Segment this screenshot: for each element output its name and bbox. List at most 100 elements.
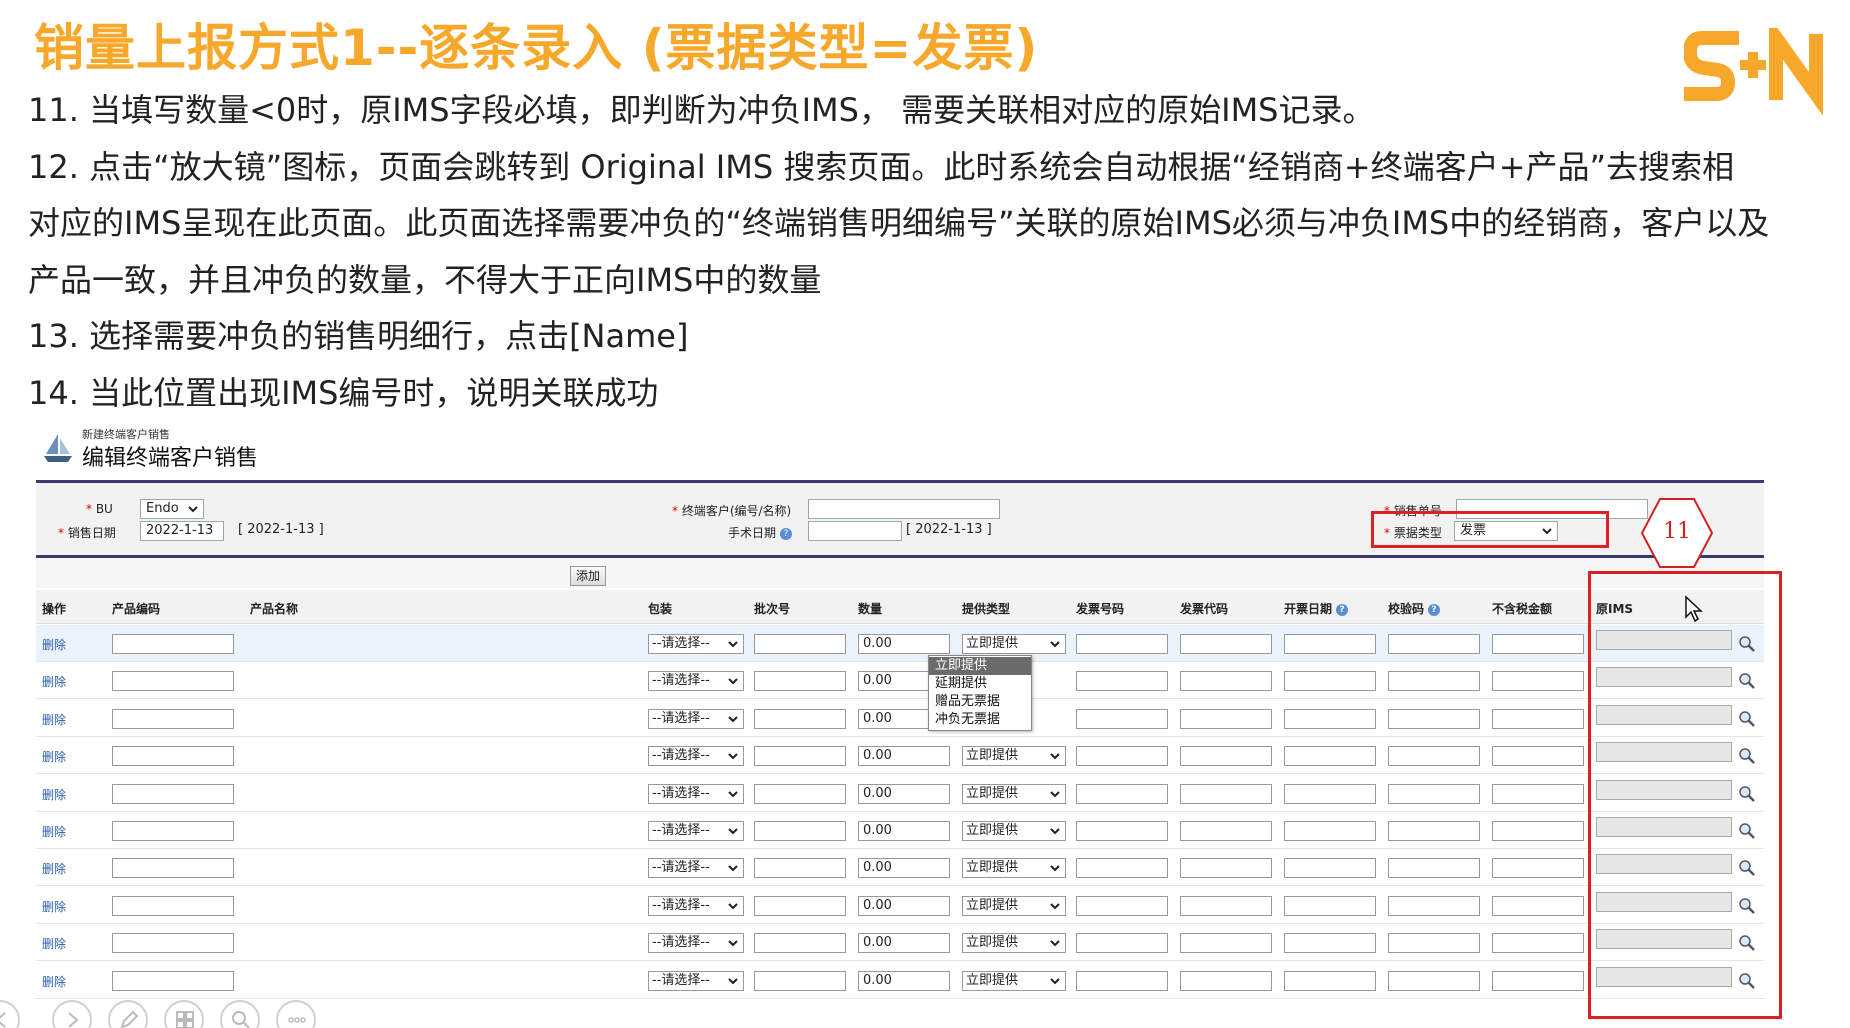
invoice-date-input[interactable] — [1284, 858, 1376, 879]
batch-no-input[interactable] — [754, 708, 846, 729]
batch-no-input[interactable] — [754, 895, 846, 916]
invoice-date-input[interactable] — [1284, 933, 1376, 954]
invoice-no-input[interactable] — [1076, 895, 1168, 916]
quantity-input[interactable]: 0.00 — [858, 970, 950, 991]
check-code-input[interactable] — [1388, 746, 1480, 767]
supply-type-select[interactable]: 立即提供 — [962, 970, 1066, 991]
invoice-date-input[interactable] — [1284, 746, 1376, 767]
product-code-input[interactable] — [112, 895, 234, 916]
invoice-code-input[interactable] — [1180, 671, 1272, 692]
quantity-input[interactable]: 0.00 — [858, 933, 950, 954]
quantity-input[interactable]: 0.00 — [858, 783, 950, 804]
pen-tool-button[interactable] — [108, 1000, 148, 1028]
customer-field[interactable] — [808, 499, 1000, 519]
batch-no-input[interactable] — [754, 821, 846, 841]
net-amount-input[interactable] — [1492, 634, 1584, 654]
invoice-no-input[interactable] — [1076, 746, 1168, 767]
product-code-input[interactable] — [112, 783, 234, 804]
package-select[interactable]: --请选择-- — [648, 671, 744, 692]
package-select[interactable]: --请选择-- — [648, 746, 744, 767]
invoice-code-input[interactable] — [1180, 634, 1272, 654]
invoice-no-input[interactable] — [1076, 783, 1168, 804]
invoice-no-input[interactable] — [1076, 634, 1168, 654]
help-icon[interactable]: ? — [1336, 603, 1349, 616]
product-code-input[interactable] — [112, 634, 234, 654]
package-select[interactable]: --请选择-- — [648, 933, 744, 954]
check-code-input[interactable] — [1388, 708, 1480, 729]
delete-link[interactable]: 删除 — [42, 748, 66, 765]
zoom-button[interactable] — [220, 1000, 260, 1028]
batch-no-input[interactable] — [754, 970, 846, 991]
help-icon[interactable]: ? — [1428, 603, 1441, 616]
net-amount-input[interactable] — [1492, 970, 1584, 991]
batch-no-input[interactable] — [754, 858, 846, 879]
invoice-code-input[interactable] — [1180, 708, 1272, 729]
check-code-input[interactable] — [1388, 634, 1480, 654]
invoice-code-input[interactable] — [1180, 821, 1272, 841]
quantity-input[interactable]: 0.00 — [858, 634, 950, 654]
invoice-date-input[interactable] — [1284, 708, 1376, 729]
product-code-input[interactable] — [112, 821, 234, 841]
delete-link[interactable]: 删除 — [42, 973, 66, 990]
package-select[interactable]: --请选择-- — [648, 970, 744, 991]
net-amount-input[interactable] — [1492, 746, 1584, 767]
delete-link[interactable]: 删除 — [42, 786, 66, 803]
net-amount-input[interactable] — [1492, 933, 1584, 954]
product-code-input[interactable] — [112, 858, 234, 879]
check-code-input[interactable] — [1388, 783, 1480, 804]
product-code-input[interactable] — [112, 671, 234, 692]
check-code-input[interactable] — [1388, 970, 1480, 991]
net-amount-input[interactable] — [1492, 708, 1584, 729]
next-slide-button[interactable] — [52, 1000, 92, 1028]
package-select[interactable]: --请选择-- — [648, 821, 744, 841]
invoice-date-input[interactable] — [1284, 895, 1376, 916]
more-options-button[interactable] — [276, 1000, 316, 1028]
invoice-no-input[interactable] — [1076, 858, 1168, 879]
batch-no-input[interactable] — [754, 933, 846, 954]
invoice-date-input[interactable] — [1284, 671, 1376, 692]
supply-type-select[interactable]: 立即提供 — [962, 821, 1066, 841]
sale-date-field[interactable]: 2022-1-13 — [140, 521, 224, 541]
quantity-input[interactable]: 0.00 — [858, 746, 950, 767]
invoice-no-input[interactable] — [1076, 821, 1168, 841]
net-amount-input[interactable] — [1492, 895, 1584, 916]
net-amount-input[interactable] — [1492, 783, 1584, 804]
product-code-input[interactable] — [112, 746, 234, 767]
delete-link[interactable]: 删除 — [42, 935, 66, 952]
invoice-no-input[interactable] — [1076, 708, 1168, 729]
surgery-date-field[interactable] — [808, 521, 902, 541]
supply-type-select[interactable]: 立即提供 — [962, 895, 1066, 916]
check-code-input[interactable] — [1388, 895, 1480, 916]
package-select[interactable]: --请选择-- — [648, 895, 744, 916]
product-code-input[interactable] — [112, 933, 234, 954]
quantity-input[interactable]: 0.00 — [858, 895, 950, 916]
supply-type-select[interactable]: 立即提供 — [962, 746, 1066, 767]
check-code-input[interactable] — [1388, 671, 1480, 692]
slides-grid-button[interactable] — [164, 1000, 204, 1028]
package-select[interactable]: --请选择-- — [648, 634, 744, 654]
quantity-input[interactable]: 0.00 — [858, 821, 950, 841]
invoice-date-input[interactable] — [1284, 970, 1376, 991]
delete-link[interactable]: 删除 — [42, 898, 66, 915]
package-select[interactable]: --请选择-- — [648, 708, 744, 729]
batch-no-input[interactable] — [754, 746, 846, 767]
previous-slide-button[interactable] — [0, 1000, 20, 1028]
invoice-date-input[interactable] — [1284, 783, 1376, 804]
supply-type-select[interactable]: 立即提供 — [962, 634, 1066, 654]
invoice-date-input[interactable] — [1284, 821, 1376, 841]
add-button[interactable]: 添加 — [570, 566, 606, 586]
batch-no-input[interactable] — [754, 671, 846, 692]
invoice-code-input[interactable] — [1180, 933, 1272, 954]
net-amount-input[interactable] — [1492, 671, 1584, 692]
dropdown-option[interactable]: 冲负无票据 — [929, 711, 1031, 729]
batch-no-input[interactable] — [754, 783, 846, 804]
invoice-code-input[interactable] — [1180, 970, 1272, 991]
dropdown-option[interactable]: 赠品无票据 — [929, 693, 1031, 711]
invoice-no-input[interactable] — [1076, 933, 1168, 954]
batch-no-input[interactable] — [754, 634, 846, 654]
supply-type-select[interactable]: 立即提供 — [962, 783, 1066, 804]
supply-type-select[interactable]: 立即提供 — [962, 858, 1066, 879]
product-code-input[interactable] — [112, 708, 234, 729]
delete-link[interactable]: 删除 — [42, 673, 66, 690]
check-code-input[interactable] — [1388, 821, 1480, 841]
